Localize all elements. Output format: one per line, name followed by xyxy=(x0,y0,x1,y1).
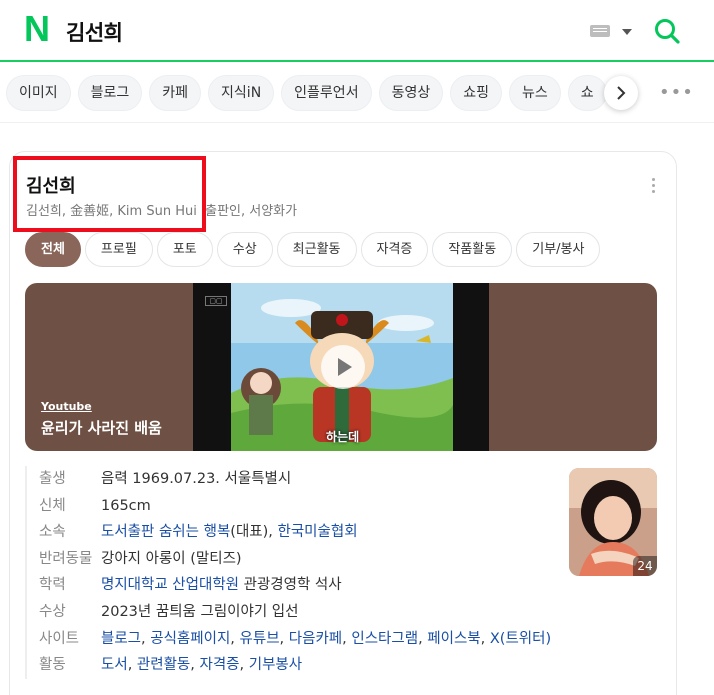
activity-link-books[interactable]: 도서 xyxy=(101,657,128,673)
site-link-youtube[interactable]: 유튜브 xyxy=(240,631,280,647)
tab-works[interactable]: 작품활동 xyxy=(432,232,513,267)
chip-influencer[interactable]: 인플루언서 xyxy=(281,75,372,111)
tab-photo[interactable]: 포토 xyxy=(156,232,213,267)
chip-shorts[interactable]: 쇼 xyxy=(567,75,606,111)
tab-donation[interactable]: 기부/봉사 xyxy=(516,232,601,267)
site-link-homepage[interactable]: 공식홈페이지 xyxy=(150,631,230,647)
info-row-sites: 사이트 블로그, 공식홈페이지, 유튜브, 다음카페, 인스타그램, 페이스북, … xyxy=(27,626,565,653)
search-query-text[interactable]: 김선희 xyxy=(66,17,123,47)
info-row-activity: 활동 도서, 관련활동, 자격증, 기부봉사 xyxy=(27,652,565,679)
info-row-pet: 반려동물 강아지 아롱이 (말티즈) xyxy=(27,546,565,573)
profile-occupations: 출판인, 서양화가 xyxy=(205,204,298,219)
kebab-menu-icon[interactable] xyxy=(652,178,656,196)
info-value: 음력 1969.07.23. 서울특별시 xyxy=(101,471,292,487)
chip-kin[interactable]: 지식iN xyxy=(208,75,275,111)
affiliation-role: (대표), xyxy=(230,524,278,541)
keyboard-icon[interactable] xyxy=(590,25,610,37)
chip-cafe[interactable]: 카페 xyxy=(149,75,202,111)
site-link-daum-cafe[interactable]: 다음카페 xyxy=(289,631,342,647)
search-icon[interactable] xyxy=(652,16,682,46)
education-link[interactable]: 명지대학교 산업대학원 xyxy=(101,577,239,593)
info-key: 학력 xyxy=(39,577,66,594)
affiliation-link-publisher[interactable]: 도서출판 숨쉬는 행복 xyxy=(101,524,230,540)
info-row-affiliation: 소속 도서출판 숨쉬는 행복(대표), 한국미술협회 xyxy=(27,519,565,546)
info-value: 165cm xyxy=(101,497,151,514)
info-value: 2023년 꿈틔움 그림이야기 입선 xyxy=(101,603,299,620)
info-key: 반려동물 xyxy=(39,550,93,567)
profile-photo[interactable]: 24 xyxy=(569,468,657,576)
play-icon[interactable] xyxy=(321,345,365,389)
info-key: 사이트 xyxy=(39,630,80,647)
chip-blog[interactable]: 블로그 xyxy=(77,75,143,111)
naver-logo[interactable]: N xyxy=(24,11,50,47)
highlight-box xyxy=(13,156,206,232)
site-link-instagram[interactable]: 인스타그램 xyxy=(351,631,418,647)
info-key: 소속 xyxy=(39,524,66,541)
more-icon[interactable]: ••• xyxy=(659,83,694,103)
photo-count-badge: 24 xyxy=(633,556,657,576)
tab-awards[interactable]: 수상 xyxy=(216,232,273,267)
chevron-down-icon[interactable] xyxy=(622,29,632,35)
info-row-birth: 출생 음력 1969.07.23. 서울특별시 xyxy=(27,466,565,493)
info-row-education: 학력 명지대학교 산업대학원 관광경영학 석사 xyxy=(27,572,565,599)
video-card[interactable]: ▢▢ 하는데 Youtube 윤리가 사라진 배움 xyxy=(25,283,657,451)
video-caption: 하는데 xyxy=(326,430,360,444)
video-source[interactable]: Youtube xyxy=(41,400,92,413)
education-degree: 관광경영학 석사 xyxy=(239,577,342,594)
chip-news[interactable]: 뉴스 xyxy=(508,75,561,111)
vertical-tabs: 이미지 블로그 카페 지식iN 인플루언서 동영상 쇼핑 뉴스 쇼 xyxy=(6,75,606,113)
info-key: 신체 xyxy=(39,497,66,514)
search-header: N 김선희 xyxy=(0,0,714,62)
activity-link-certificates[interactable]: 자격증 xyxy=(200,657,240,673)
activity-link-related[interactable]: 관련활동 xyxy=(137,657,190,673)
chevron-right-icon xyxy=(617,86,626,100)
watermark: ▢▢ xyxy=(205,296,227,306)
site-link-blog[interactable]: 블로그 xyxy=(101,631,141,647)
chips-next-button[interactable] xyxy=(604,76,638,110)
activity-link-donation[interactable]: 기부봉사 xyxy=(249,657,302,673)
info-value: 강아지 아롱이 (말티즈) xyxy=(101,550,242,567)
site-link-facebook[interactable]: 페이스북 xyxy=(427,631,480,647)
info-row-award: 수상 2023년 꿈틔움 그림이야기 입선 xyxy=(27,599,565,626)
profile-tabs: 전체 프로필 포토 수상 최근활동 자격증 작품활동 기부/봉사 xyxy=(25,232,604,267)
site-link-x[interactable]: X(트위터) xyxy=(490,631,551,647)
tab-all[interactable]: 전체 xyxy=(25,232,81,267)
tab-certificates[interactable]: 자격증 xyxy=(360,232,429,267)
chip-video[interactable]: 동영상 xyxy=(378,75,444,111)
tab-profile[interactable]: 프로필 xyxy=(84,232,153,267)
chip-images[interactable]: 이미지 xyxy=(6,75,71,111)
video-thumbnail[interactable]: ▢▢ 하는데 xyxy=(193,283,489,451)
info-row-body: 신체 165cm xyxy=(27,493,565,520)
tab-recent[interactable]: 최근활동 xyxy=(276,232,357,267)
chip-shopping[interactable]: 쇼핑 xyxy=(450,75,502,111)
info-key: 출생 xyxy=(39,471,66,487)
info-key: 활동 xyxy=(39,657,66,674)
divider xyxy=(0,122,714,123)
video-title[interactable]: 윤리가 사라진 배움 xyxy=(41,417,162,438)
info-key: 수상 xyxy=(39,603,66,620)
affiliation-link-association[interactable]: 한국미술협회 xyxy=(278,524,358,540)
profile-info-list: 출생 음력 1969.07.23. 서울특별시 신체 165cm 소속 도서출판 숨쉬… xyxy=(25,466,565,679)
